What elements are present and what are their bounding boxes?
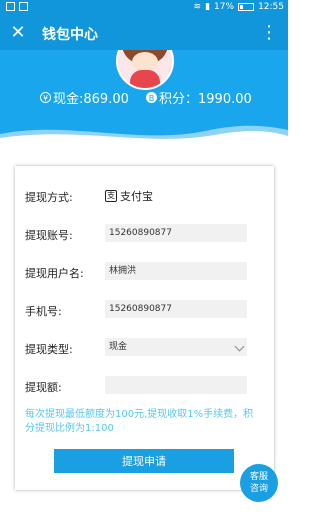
wechat-icon	[6, 2, 15, 11]
account-label: 提现账号:	[25, 229, 73, 242]
withdraw-form-card: 提现方式: 支 支付宝 提现账号: 15260890877 提现用户名: 林拥洪…	[15, 166, 274, 490]
cash-balance-label: 现金:869.00	[53, 92, 129, 107]
avatar	[116, 50, 174, 90]
amount-label: 提现额:	[25, 381, 62, 394]
chevron-down-icon	[234, 341, 245, 352]
more-vertical-icon[interactable]: ⋮	[260, 22, 278, 44]
phone-field[interactable]: 15260890877	[105, 300, 247, 318]
close-icon[interactable]: ✕	[8, 22, 28, 44]
customer-service-line1: 客服	[249, 472, 268, 482]
wifi-icon: ≋	[193, 2, 202, 12]
battery-percent: 17%	[214, 2, 235, 12]
status-bar: ≋ ▮ 17% 12:55	[0, 0, 288, 16]
amount-row: 提现额:	[25, 376, 265, 396]
title-bar: ✕ 钱包中心 ⋮	[0, 16, 288, 50]
method-row: 提现方式: 支 支付宝	[25, 186, 265, 206]
banner-wave	[0, 125, 288, 140]
points-icon: B	[146, 92, 157, 103]
signal-icon: ▮	[205, 2, 211, 12]
amount-field[interactable]	[105, 376, 247, 394]
battery-icon	[238, 3, 255, 11]
page-title: 钱包中心	[42, 27, 98, 43]
clock: 12:55	[258, 2, 284, 12]
account-field[interactable]: 15260890877	[105, 224, 247, 242]
yuan-icon: ¥	[40, 92, 51, 103]
withdraw-note: 每次提现最低额度为100元,提现收取1%手续费，积分提现比例为1:100	[25, 409, 254, 434]
method-label: 提现方式:	[25, 191, 73, 204]
alipay-icon: 支	[105, 190, 117, 202]
avatar-dress	[130, 70, 160, 88]
phone-label: 手机号:	[25, 305, 62, 318]
username-label: 提现用户名:	[25, 267, 84, 280]
account-row: 提现账号: 15260890877	[25, 224, 265, 244]
phone-row: 手机号: 15260890877	[25, 300, 265, 320]
method-value: 支 支付宝	[105, 188, 153, 204]
points-balance-label: 积分：1990.00	[159, 92, 252, 107]
type-label: 提现类型:	[25, 343, 73, 356]
status-right: ≋ ▮ 17% 12:55	[194, 2, 284, 12]
username-row: 提现用户名: 林拥洪	[25, 262, 265, 282]
status-left	[6, 2, 28, 11]
customer-service-line2: 咨询	[249, 484, 268, 494]
username-field[interactable]: 林拥洪	[105, 262, 247, 280]
type-row: 提现类型: 现金	[25, 338, 265, 358]
cash-balance: ¥ 现金:869.00	[40, 88, 129, 107]
submit-withdraw-button[interactable]: 提现申请	[54, 449, 234, 473]
type-select[interactable]: 现金	[105, 338, 247, 356]
type-select-value: 现金	[109, 342, 128, 352]
image-icon	[19, 2, 28, 11]
balance-summary: ¥ 现金:869.00 B 积分：1990.00	[0, 88, 288, 108]
wallet-banner: ¥ 现金:869.00 B 积分：1990.00	[0, 50, 288, 140]
customer-service-button[interactable]: 客服 咨询	[240, 464, 278, 502]
points-balance: B 积分：1990.00	[146, 88, 252, 107]
avatar-face	[132, 52, 158, 72]
method-text: 支付宝	[120, 190, 153, 203]
